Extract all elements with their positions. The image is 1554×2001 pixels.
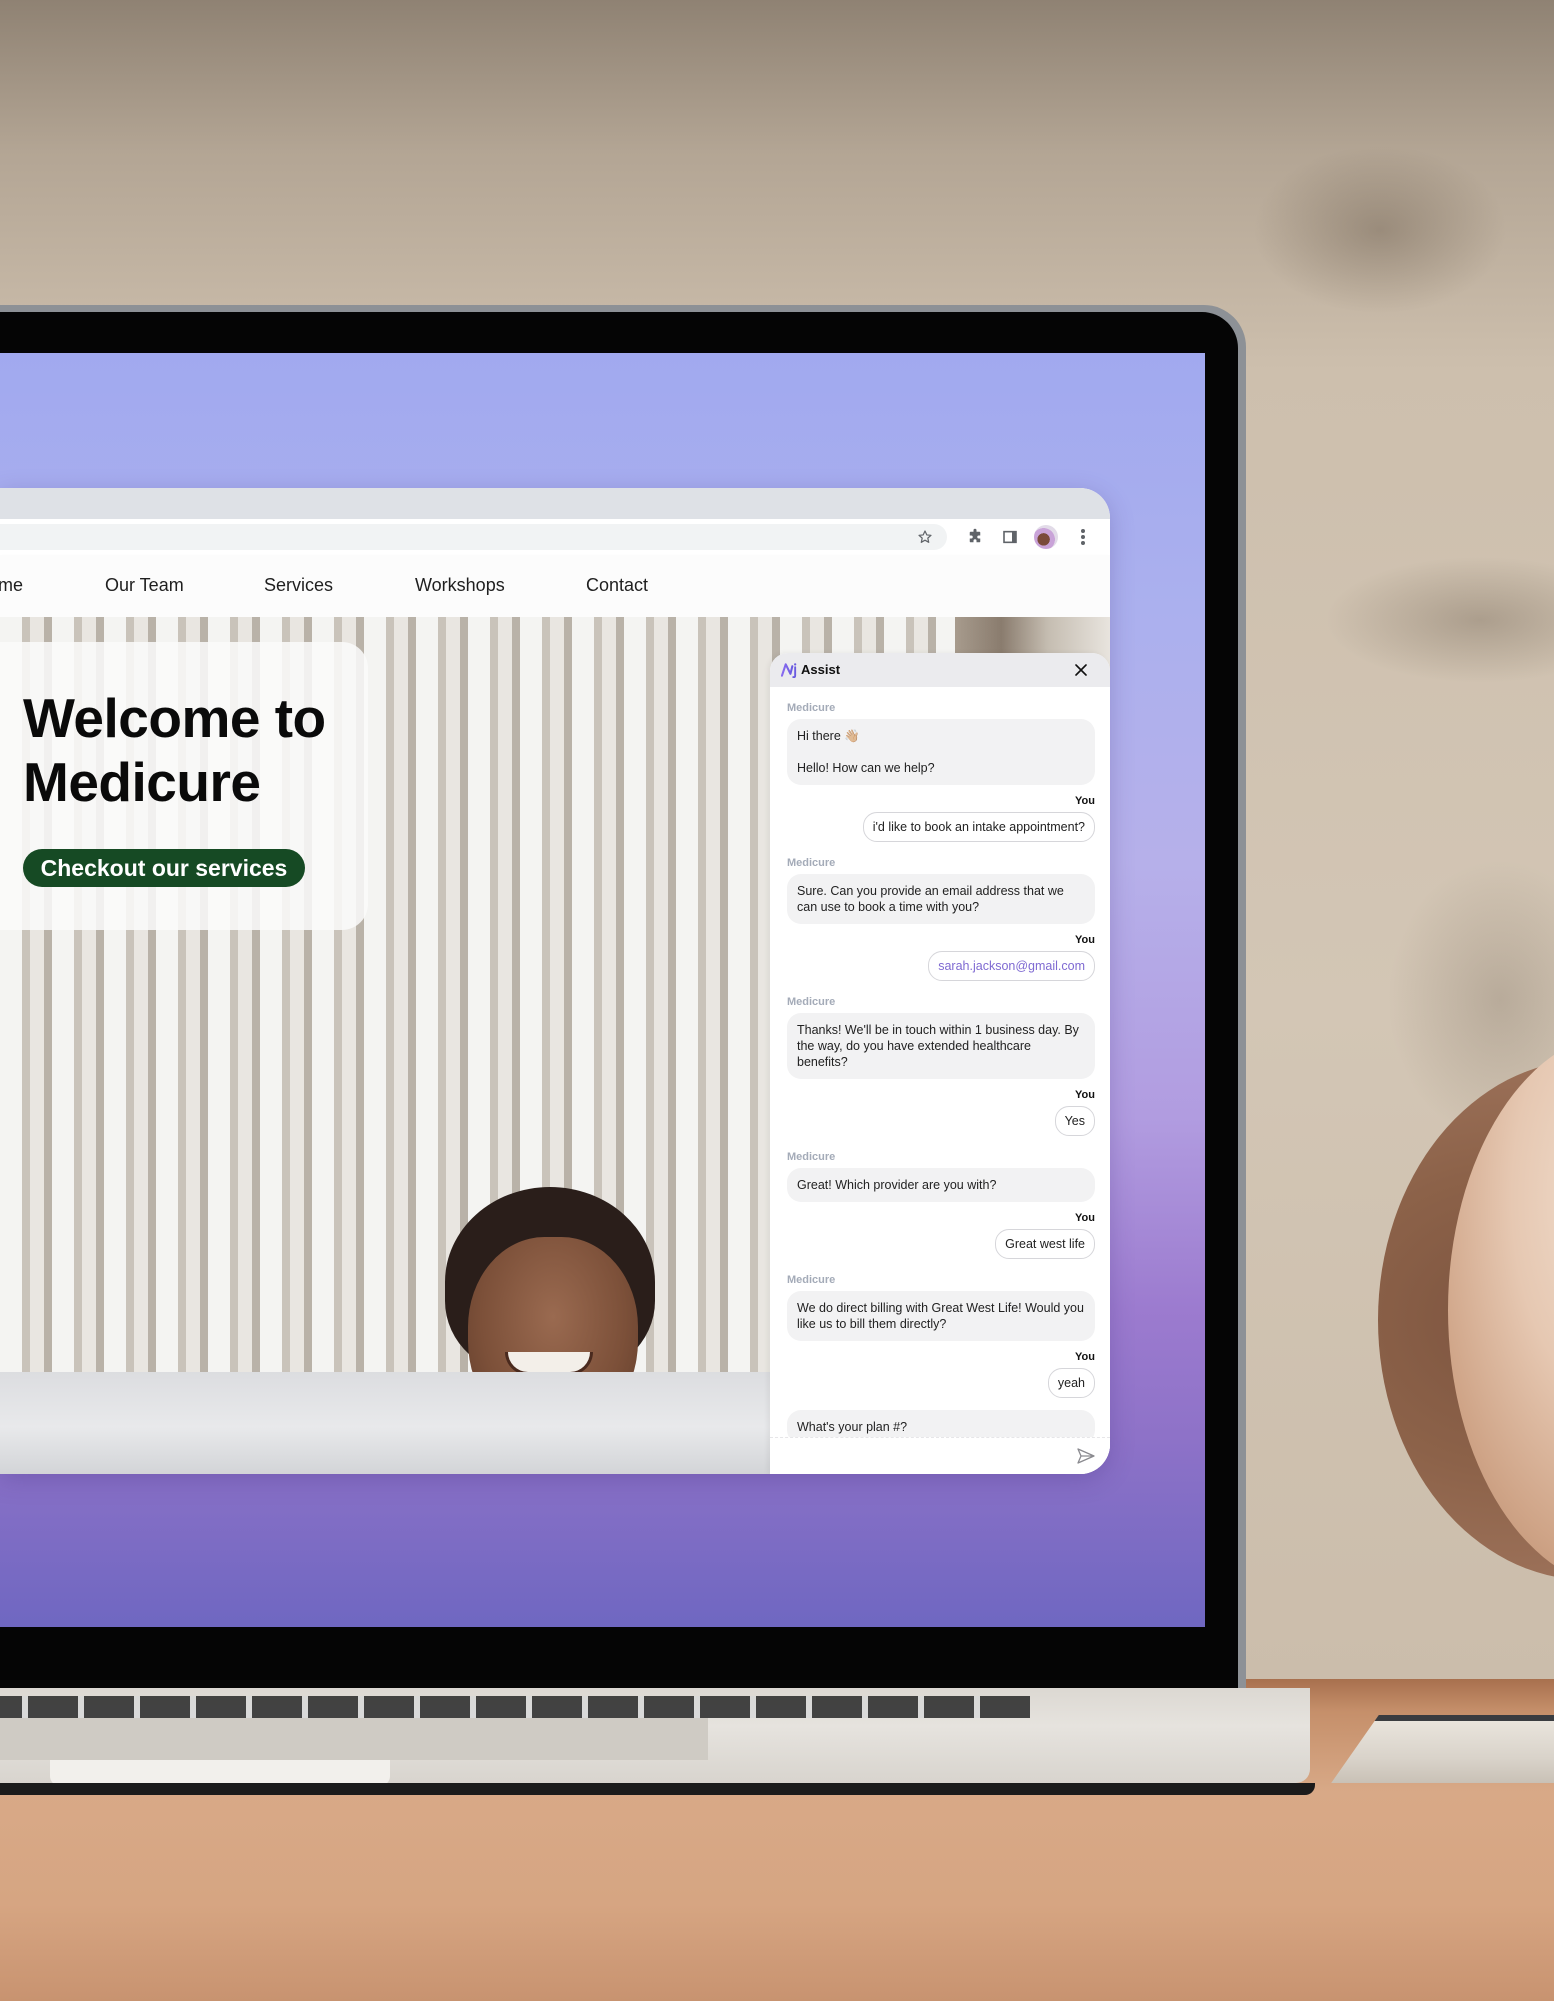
bot-message-bubble: Sure. Can you provide an email address t… <box>787 874 1095 924</box>
side-panel-icon[interactable] <box>997 524 1023 550</box>
extensions-puzzle-icon[interactable] <box>962 524 988 550</box>
sender-label-bot: Medicure <box>787 1274 836 1286</box>
hero-card: Welcome to Medicure Checkout our service… <box>0 642 368 930</box>
chat-header: Assist <box>770 653 1110 687</box>
sender-label-bot: Medicure <box>787 702 836 714</box>
close-icon[interactable] <box>1070 659 1092 681</box>
sender-label-user: You <box>1075 1212 1095 1224</box>
user-message-row: Yes <box>787 1106 1095 1136</box>
star-icon[interactable] <box>912 524 938 550</box>
send-icon[interactable] <box>1076 1447 1096 1465</box>
assist-chat-widget: Assist Medicure Hi there 👋🏼 Hello! How ca… <box>770 653 1110 1474</box>
bot-message-bubble: Great! Which provider are you with? <box>787 1168 1095 1202</box>
browser-toolbar <box>0 519 1110 555</box>
profile-avatar[interactable] <box>1034 525 1058 549</box>
bot-message-bubble: We do direct billing with Great West Lif… <box>787 1291 1095 1341</box>
user-message-row: i'd like to book an intake appointment? <box>787 812 1095 842</box>
bot-message-bubble: Thanks! We'll be in touch within 1 busin… <box>787 1013 1095 1079</box>
nav-workshops[interactable]: Workshops <box>415 575 505 596</box>
nav-contact[interactable]: Contact <box>586 575 648 596</box>
laptop-keyboard <box>0 1696 1030 1718</box>
chat-message-input[interactable] <box>782 1444 1066 1470</box>
hero-title-line2: Medicure <box>23 751 261 813</box>
hero-title-line1: Welcome to <box>23 687 326 749</box>
assist-logo-icon <box>781 663 797 678</box>
sender-label-user: You <box>1075 795 1095 807</box>
nav-home[interactable]: me <box>0 575 23 596</box>
browser-window: me Our Team Services Workshops Contact W… <box>0 488 1110 1474</box>
laptop-palmrest <box>0 1718 708 1760</box>
chat-composer <box>770 1437 1110 1474</box>
user-message-bubble: Great west life <box>995 1229 1095 1259</box>
checkout-services-button[interactable]: Checkout our services <box>23 849 305 887</box>
user-message-row: sarah.jackson@gmail.com <box>787 951 1095 981</box>
user-message-bubble: Yes <box>1054 1106 1095 1136</box>
user-message-row: yeah <box>787 1368 1095 1398</box>
sender-label-bot: Medicure <box>787 996 836 1008</box>
chat-title: Assist <box>801 662 841 677</box>
nav-services[interactable]: Services <box>264 575 333 596</box>
user-message-email[interactable]: sarah.jackson@gmail.com <box>928 951 1095 981</box>
bot-message-bubble: Hi there 👋🏼 Hello! How can we help? <box>787 719 1095 785</box>
sender-label-bot: Medicure <box>787 1151 836 1163</box>
user-message-row: Great west life <box>787 1229 1095 1259</box>
sender-label-user: You <box>1075 1351 1095 1363</box>
nav-our-team[interactable]: Our Team <box>105 575 184 596</box>
laptop-base-edge <box>0 1783 1315 1795</box>
sender-label-user: You <box>1075 934 1095 946</box>
sender-label-bot: Medicure <box>787 857 836 869</box>
sender-label-user: You <box>1075 1089 1095 1101</box>
laptop-screen: me Our Team Services Workshops Contact W… <box>0 353 1205 1627</box>
user-message-bubble: i'd like to book an intake appointment? <box>862 812 1095 842</box>
address-bar[interactable] <box>0 524 947 550</box>
browser-tab-strip <box>0 488 1110 519</box>
user-message-bubble: yeah <box>1047 1368 1095 1398</box>
site-navbar: me Our Team Services Workshops Contact <box>0 555 1110 617</box>
chat-message-list: Medicure Hi there 👋🏼 Hello! How can we he… <box>787 687 1095 1444</box>
kebab-menu-icon[interactable] <box>1070 524 1096 550</box>
hero-title: Welcome to Medicure <box>23 686 326 814</box>
